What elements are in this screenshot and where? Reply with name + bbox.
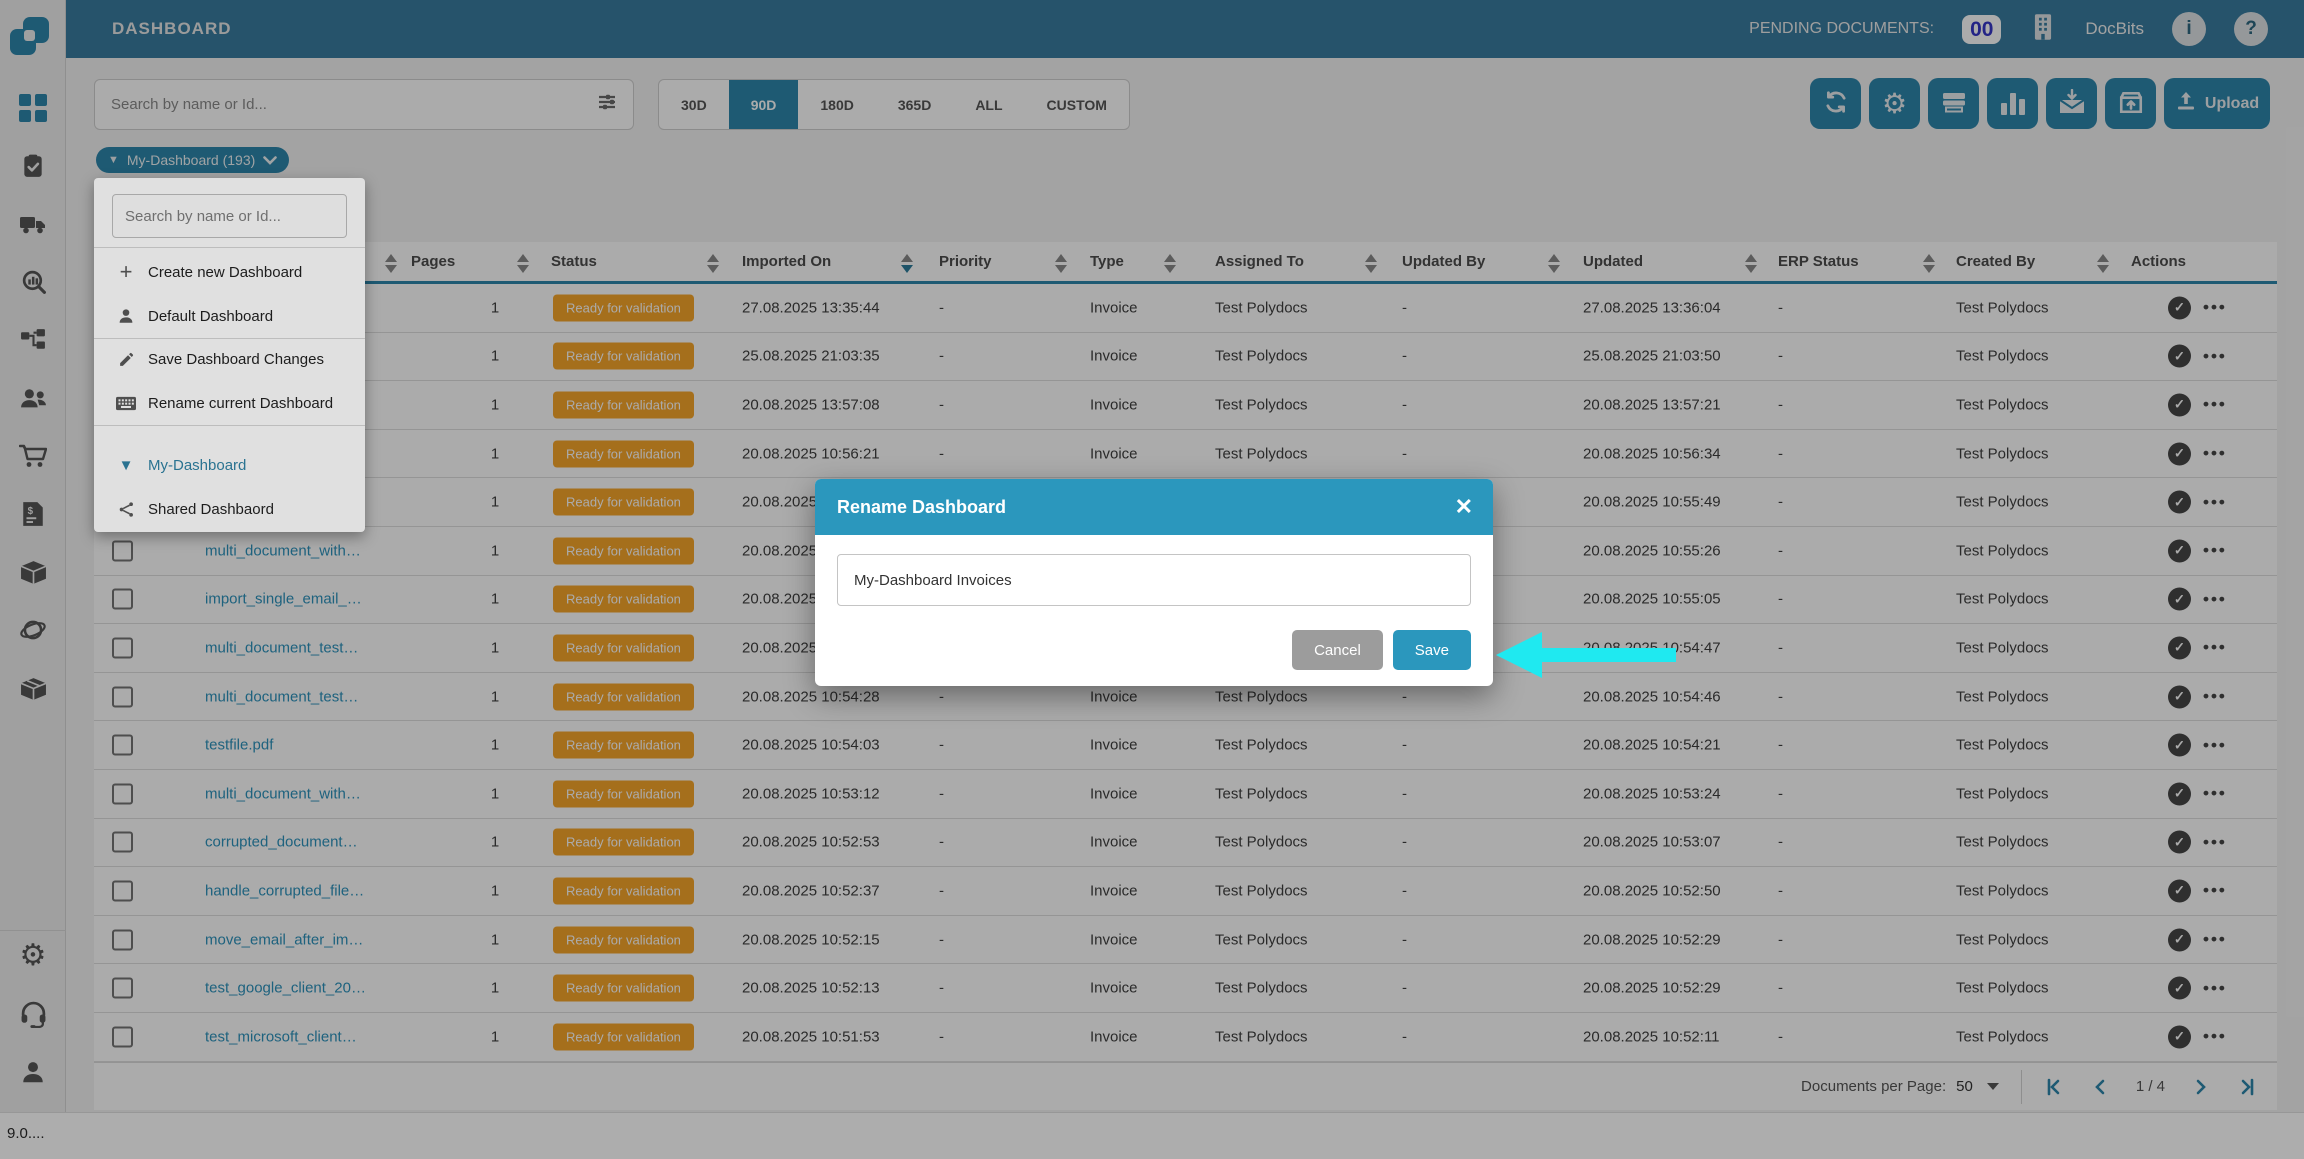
dashboard-menu-search xyxy=(112,194,347,238)
menu-item-shared-dashboard[interactable]: Shared Dashbaord xyxy=(94,487,365,531)
share-icon xyxy=(114,501,138,518)
dashboard-dropdown-menu: + Create new Dashboard Default Dashboard… xyxy=(94,178,365,532)
modal-title: Rename Dashboard xyxy=(837,497,1006,518)
keyboard-icon xyxy=(114,396,138,411)
plus-icon: + xyxy=(114,259,138,285)
dashboard-search-input[interactable] xyxy=(113,195,346,237)
person-icon xyxy=(114,307,138,325)
cancel-button[interactable]: Cancel xyxy=(1292,630,1383,670)
menu-item-create-dashboard[interactable]: + Create new Dashboard xyxy=(94,250,365,294)
rename-dashboard-modal: Rename Dashboard ✕ Cancel Save xyxy=(815,479,1493,686)
menu-item-default-dashboard[interactable]: Default Dashboard xyxy=(94,294,365,338)
annotation-arrow-icon xyxy=(1496,631,1676,684)
dashboard-name-input[interactable] xyxy=(837,554,1471,606)
save-button[interactable]: Save xyxy=(1393,630,1471,670)
bottom-strip: 9.0.... xyxy=(0,1112,2304,1159)
close-icon[interactable]: ✕ xyxy=(1455,496,1473,518)
menu-item-my-dashboard[interactable]: ▼ My-Dashboard xyxy=(94,443,365,487)
funnel-icon: ▼ xyxy=(114,457,138,474)
menu-item-rename-dashboard[interactable]: Rename current Dashboard xyxy=(94,381,365,425)
pencil-icon xyxy=(114,351,138,368)
menu-item-save-dashboard[interactable]: Save Dashboard Changes xyxy=(94,337,365,381)
modal-header: Rename Dashboard ✕ xyxy=(815,479,1493,535)
app-version: 9.0.... xyxy=(7,1125,45,1142)
